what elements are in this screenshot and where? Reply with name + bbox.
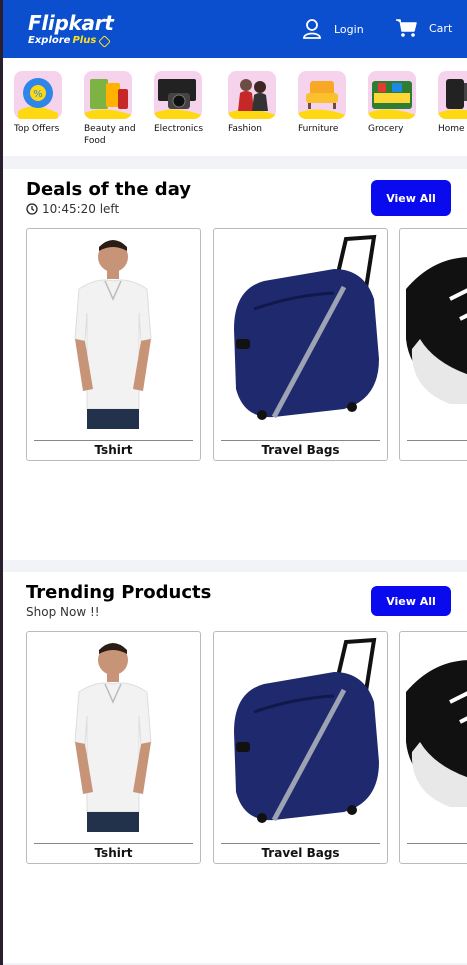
category-strip: % Top Offers Beauty and Food Electronics <box>0 58 467 156</box>
category-beauty-food[interactable]: Beauty and Food <box>84 71 154 147</box>
category-label: Home Kitchen <box>438 124 467 134</box>
top-header: Flipkart Explore Plus Login Cart <box>0 0 467 58</box>
flipkart-logo[interactable]: Flipkart Explore Plus <box>28 11 114 48</box>
clock-icon <box>26 203 38 215</box>
fashion-icon <box>228 71 276 119</box>
tshirt-product-image <box>74 643 152 832</box>
card-divider <box>34 440 193 441</box>
product-label: Travel Bags <box>261 443 340 457</box>
electronics-icon <box>154 71 202 119</box>
category-fashion[interactable]: Fashion <box>228 71 298 135</box>
product-card-shoes[interactable] <box>399 631 467 864</box>
cart-label: Cart <box>429 21 453 35</box>
category-electronics[interactable]: Electronics <box>154 71 224 135</box>
shoe-product-image <box>406 257 467 404</box>
deals-timer: 10:45:20 left <box>26 202 119 216</box>
offer-icon: % <box>14 71 62 119</box>
category-home-kitchen[interactable]: Home Kitchen <box>438 71 467 135</box>
category-label: Electronics <box>154 124 204 134</box>
plus-icon <box>98 34 112 48</box>
product-card-tshirt[interactable]: Tshirt <box>26 228 201 461</box>
deals-view-all-button[interactable]: View All <box>371 180 451 216</box>
category-top-offers[interactable]: % Top Offers <box>14 71 84 135</box>
card-divider <box>34 843 193 844</box>
category-label: Top Offers <box>14 124 60 134</box>
logo-explore-text: Explore <box>28 35 71 46</box>
trending-subtitle-text: Shop Now !! <box>26 605 100 619</box>
tshirt-product-image <box>74 240 152 429</box>
trending-view-all-button[interactable]: View All <box>371 586 451 616</box>
deals-title: Deals of the day <box>26 179 192 200</box>
trending-section: Trending Products Shop Now !! View All T… <box>3 572 467 963</box>
category-label: Fashion <box>228 124 262 134</box>
card-divider <box>221 440 380 441</box>
product-label: Travel Bags <box>261 846 340 860</box>
logo-text: Flipkart <box>28 11 114 35</box>
grocery-icon <box>368 71 416 119</box>
category-furniture[interactable]: Furniture <box>298 71 368 135</box>
product-card-tshirt[interactable]: Tshirt <box>26 631 201 864</box>
travel-bag-product-image <box>234 637 379 823</box>
furniture-icon <box>298 71 346 119</box>
trending-subtitle: Shop Now !! <box>26 605 100 619</box>
travel-bag-product-image <box>234 234 379 420</box>
deals-section: Deals of the day 10:45:20 left View All … <box>3 169 467 560</box>
login-button[interactable]: Login <box>302 18 364 40</box>
user-icon <box>303 19 321 39</box>
logo-plus-text: Plus <box>72 35 97 46</box>
cart-icon <box>396 19 417 37</box>
logo-tagline: Explore Plus <box>28 34 114 48</box>
svg-text:%: % <box>33 89 43 100</box>
window-edge <box>0 0 3 965</box>
shoe-product-image <box>406 660 467 807</box>
trending-title: Trending Products <box>26 582 212 603</box>
product-card-shoes[interactable] <box>399 228 467 461</box>
deals-timer-text: 10:45:20 left <box>42 202 120 216</box>
product-card-travel-bags[interactable]: Travel Bags <box>213 228 388 461</box>
beauty-food-icon <box>84 71 132 119</box>
login-label: Login <box>334 22 364 36</box>
category-label: Grocery <box>368 124 404 134</box>
card-divider <box>407 440 467 441</box>
cart-button[interactable]: Cart <box>395 18 452 38</box>
product-label: Tshirt <box>94 846 133 860</box>
card-divider <box>407 843 467 844</box>
category-label: Furniture <box>298 124 339 134</box>
product-card-travel-bags[interactable]: Travel Bags <box>213 631 388 864</box>
product-label: Tshirt <box>94 443 133 457</box>
category-grocery[interactable]: Grocery <box>368 71 438 135</box>
card-divider <box>221 843 380 844</box>
category-label: Beauty and Food <box>84 124 136 146</box>
home-kitchen-icon <box>438 71 467 119</box>
